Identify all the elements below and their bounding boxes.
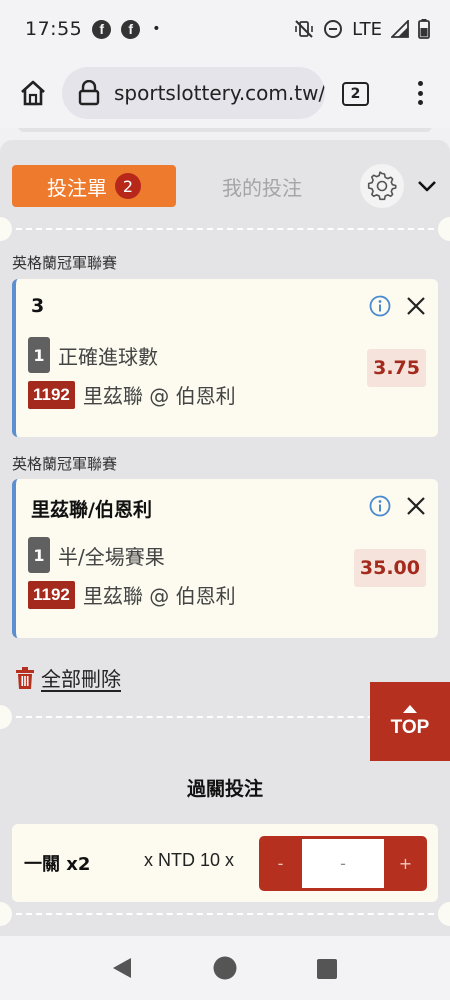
- scroll-top-label: TOP: [390, 716, 430, 738]
- league-name: 英格蘭冠軍聯賽: [12, 254, 118, 272]
- close-icon[interactable]: [406, 496, 426, 516]
- settings-button[interactable]: [360, 164, 404, 208]
- back-icon[interactable]: [111, 957, 133, 979]
- tab-my-bets-label: 我的投注: [222, 175, 302, 200]
- bet-type-label: 正確進球數: [58, 344, 158, 369]
- url-text: sportslottery.com.tw/: [114, 81, 325, 105]
- home-button[interactable]: [16, 76, 50, 110]
- parlay-combo: 一關 x2: [24, 854, 91, 875]
- increase-button[interactable]: +: [384, 836, 427, 891]
- bet-type-label: 半/全場賽果: [58, 544, 165, 569]
- bet-selection: 里茲聯/伯恩利: [31, 499, 152, 521]
- trash-icon: [16, 666, 34, 689]
- arrow-up-icon: [403, 704, 417, 713]
- league-name: 英格蘭冠軍聯賽: [12, 455, 118, 473]
- bet-type: 1 正確進球數: [28, 337, 158, 373]
- lock-icon: [78, 80, 100, 106]
- network-type: LTE: [352, 18, 382, 40]
- dashed-divider: [0, 902, 450, 926]
- page-edge: [18, 128, 432, 132]
- close-icon[interactable]: [406, 296, 426, 316]
- match-info: 1192 里茲聯 @ 伯恩利: [28, 580, 236, 609]
- system-nav-bar: [0, 936, 450, 1000]
- signal-icon: [391, 20, 409, 38]
- parlay-title: 過關投注: [186, 778, 263, 800]
- bet-type-number: 1: [28, 337, 50, 373]
- odds-value: 35.00: [353, 549, 426, 587]
- stake-input[interactable]: -: [302, 839, 384, 888]
- tab-betslip[interactable]: 投注單 2: [12, 165, 176, 207]
- bet-selection: 3: [31, 295, 45, 317]
- chevron-down-icon[interactable]: [416, 177, 438, 195]
- delete-all-label: 全部刪除: [41, 667, 121, 691]
- home-nav-icon[interactable]: [213, 956, 237, 980]
- bet-type: 1 半/全場賽果: [28, 537, 165, 573]
- tab-switcher-button[interactable]: 2: [342, 82, 369, 106]
- betslip-panel: 投注單 2 我的投注 英格蘭冠軍聯賽 3 1 正確進球數 1192 里茲聯 @ …: [0, 140, 450, 936]
- game-code: 1192: [28, 380, 75, 409]
- recents-icon[interactable]: [317, 959, 337, 979]
- home-icon: [21, 80, 45, 106]
- match-info: 1192 里茲聯 @ 伯恩利: [28, 380, 236, 409]
- gear-icon: [367, 171, 397, 201]
- info-icon[interactable]: [369, 495, 391, 517]
- decrease-button[interactable]: -: [259, 836, 302, 891]
- parlay-row: 一關 x2 x NTD 10 x - - +: [12, 824, 438, 902]
- match-teams: 里茲聯 @ 伯恩利: [82, 384, 236, 408]
- facebook-icon: f: [121, 19, 141, 39]
- match-teams: 里茲聯 @ 伯恩利: [82, 584, 236, 608]
- stake-unit: x NTD 10 x: [144, 850, 235, 870]
- do-not-disturb-icon: [324, 20, 343, 38]
- address-bar[interactable]: sportslottery.com.tw/: [62, 67, 325, 119]
- delete-all-button[interactable]: 全部刪除: [16, 663, 121, 692]
- betslip-count-badge: 2: [115, 173, 141, 199]
- status-time: 17:55: [25, 18, 83, 40]
- stake-stepper: - - +: [259, 836, 427, 891]
- scroll-top-button[interactable]: TOP: [370, 682, 450, 761]
- bet-card: 3 1 正確進球數 1192 里茲聯 @ 伯恩利 3.75: [12, 279, 438, 437]
- dashed-divider: [0, 217, 450, 241]
- page-content: 投注單 2 我的投注 英格蘭冠軍聯賽 3 1 正確進球數 1192 里茲聯 @ …: [0, 128, 450, 936]
- tab-betslip-label: 投注單: [47, 175, 107, 200]
- more-menu-icon[interactable]: [408, 78, 432, 108]
- bet-card: 里茲聯/伯恩利 1 半/全場賽果 1192 里茲聯 @ 伯恩利 35.00: [12, 479, 438, 638]
- game-code: 1192: [28, 580, 75, 609]
- dot-icon: •: [152, 21, 161, 37]
- tab-my-bets[interactable]: 我的投注: [176, 165, 348, 207]
- info-icon[interactable]: [369, 295, 391, 317]
- bet-type-number: 1: [28, 537, 50, 573]
- browser-toolbar: sportslottery.com.tw/ 2: [0, 58, 450, 128]
- battery-icon: [418, 19, 430, 39]
- facebook-icon: f: [92, 19, 112, 39]
- odds-value: 3.75: [367, 349, 426, 387]
- status-bar: 17:55 f f • LTE: [0, 0, 450, 58]
- vibrate-off-icon: [295, 20, 313, 38]
